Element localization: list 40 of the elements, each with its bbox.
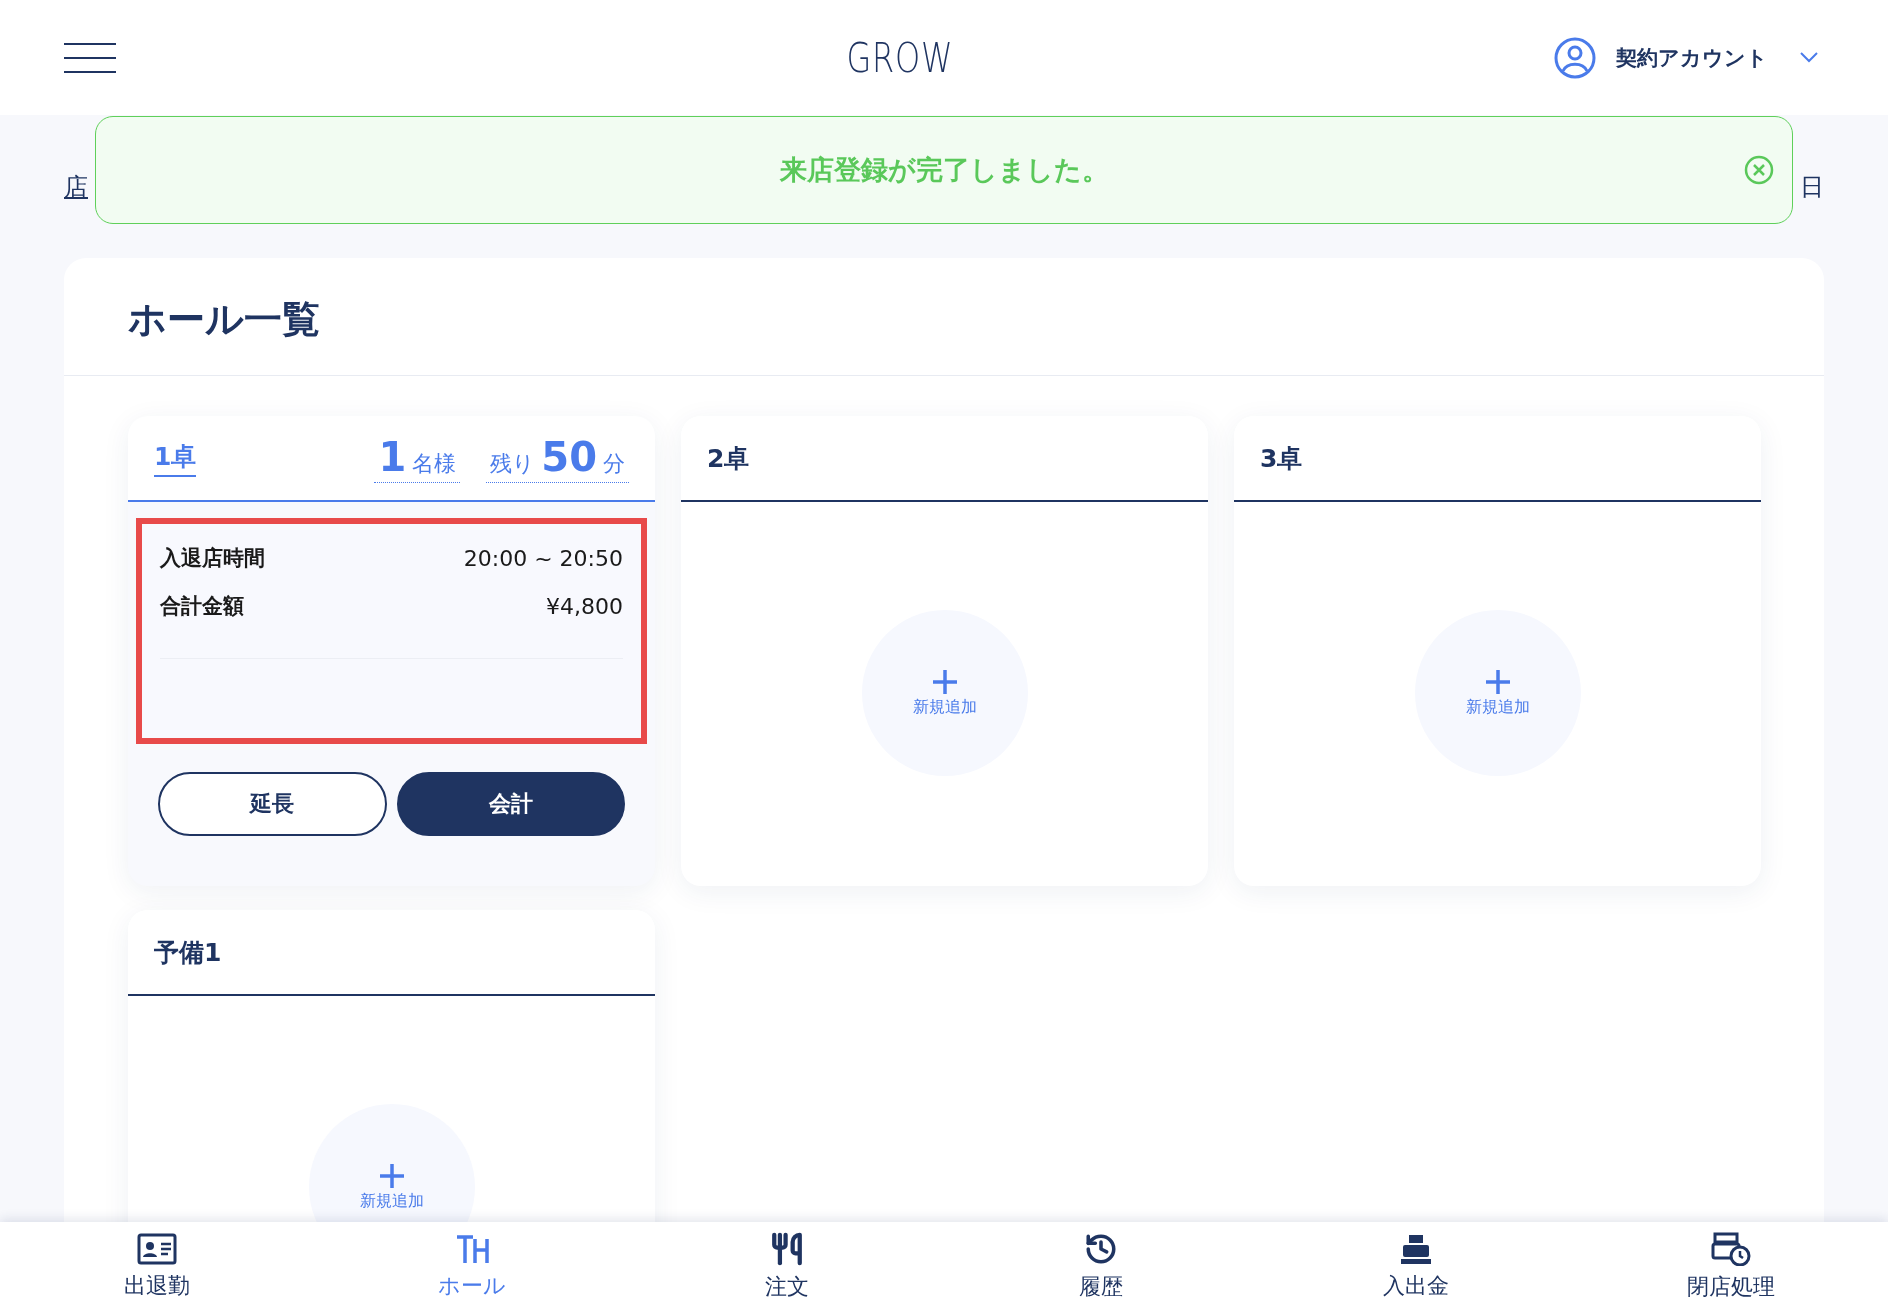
cash-register-icon — [1399, 1233, 1433, 1265]
chevron-down-icon — [1800, 52, 1818, 63]
app-logo: GROW — [846, 34, 954, 81]
table-name: 2卓 — [707, 442, 750, 475]
guest-count: 1 — [378, 433, 407, 480]
plus-icon — [1484, 668, 1511, 695]
register-clock-icon — [1710, 1232, 1751, 1266]
detail-label: 入退店時間 — [160, 545, 265, 572]
account-menu[interactable]: 契約アカウント — [1554, 36, 1818, 79]
fork-knife-icon — [769, 1232, 804, 1266]
id-card-icon — [137, 1233, 178, 1265]
add-new-button[interactable]: 新規追加 — [308, 1104, 475, 1222]
table-name: 3卓 — [1260, 442, 1303, 475]
user-icon — [1554, 36, 1596, 79]
nav-tab[interactable]: 履歴 — [944, 1222, 1259, 1312]
minute-unit: 分 — [603, 449, 625, 478]
table-name: 1卓 — [154, 439, 197, 477]
menu-button[interactable] — [64, 42, 116, 73]
nav-tab[interactable]: 閉店処理 — [1573, 1222, 1888, 1312]
nav-tab[interactable]: 出退勤 — [0, 1222, 315, 1312]
add-new-button[interactable]: 新規追加 — [861, 610, 1028, 776]
guest-unit: 名様 — [412, 449, 457, 478]
nav-tab[interactable]: ホール — [314, 1222, 630, 1312]
nav-tab[interactable]: 注文 — [629, 1222, 944, 1312]
store-link[interactable]: 店 — [64, 170, 88, 203]
remaining-label: 残り — [490, 449, 536, 478]
detail-label: 合計金額 — [160, 593, 244, 620]
panel-title: ホール一覧 — [64, 258, 1824, 376]
nav-tab[interactable]: 入出金 — [1258, 1222, 1574, 1312]
date-text: 日 — [1800, 171, 1824, 203]
table-name: 予備1 — [154, 936, 222, 969]
toast-message: 来店登録が完了しました。 — [779, 153, 1109, 187]
detail-value: 20:00 ~ 20:50 — [463, 545, 623, 571]
extend-button[interactable]: 延長 — [158, 772, 387, 836]
add-new-button[interactable]: 新規追加 — [1414, 610, 1581, 776]
checkout-button[interactable]: 会計 — [396, 772, 625, 836]
plus-icon — [931, 668, 958, 695]
remaining-minutes: 50 — [541, 433, 597, 480]
detail-value: ¥4,800 — [546, 593, 623, 619]
plus-icon — [378, 1162, 405, 1189]
